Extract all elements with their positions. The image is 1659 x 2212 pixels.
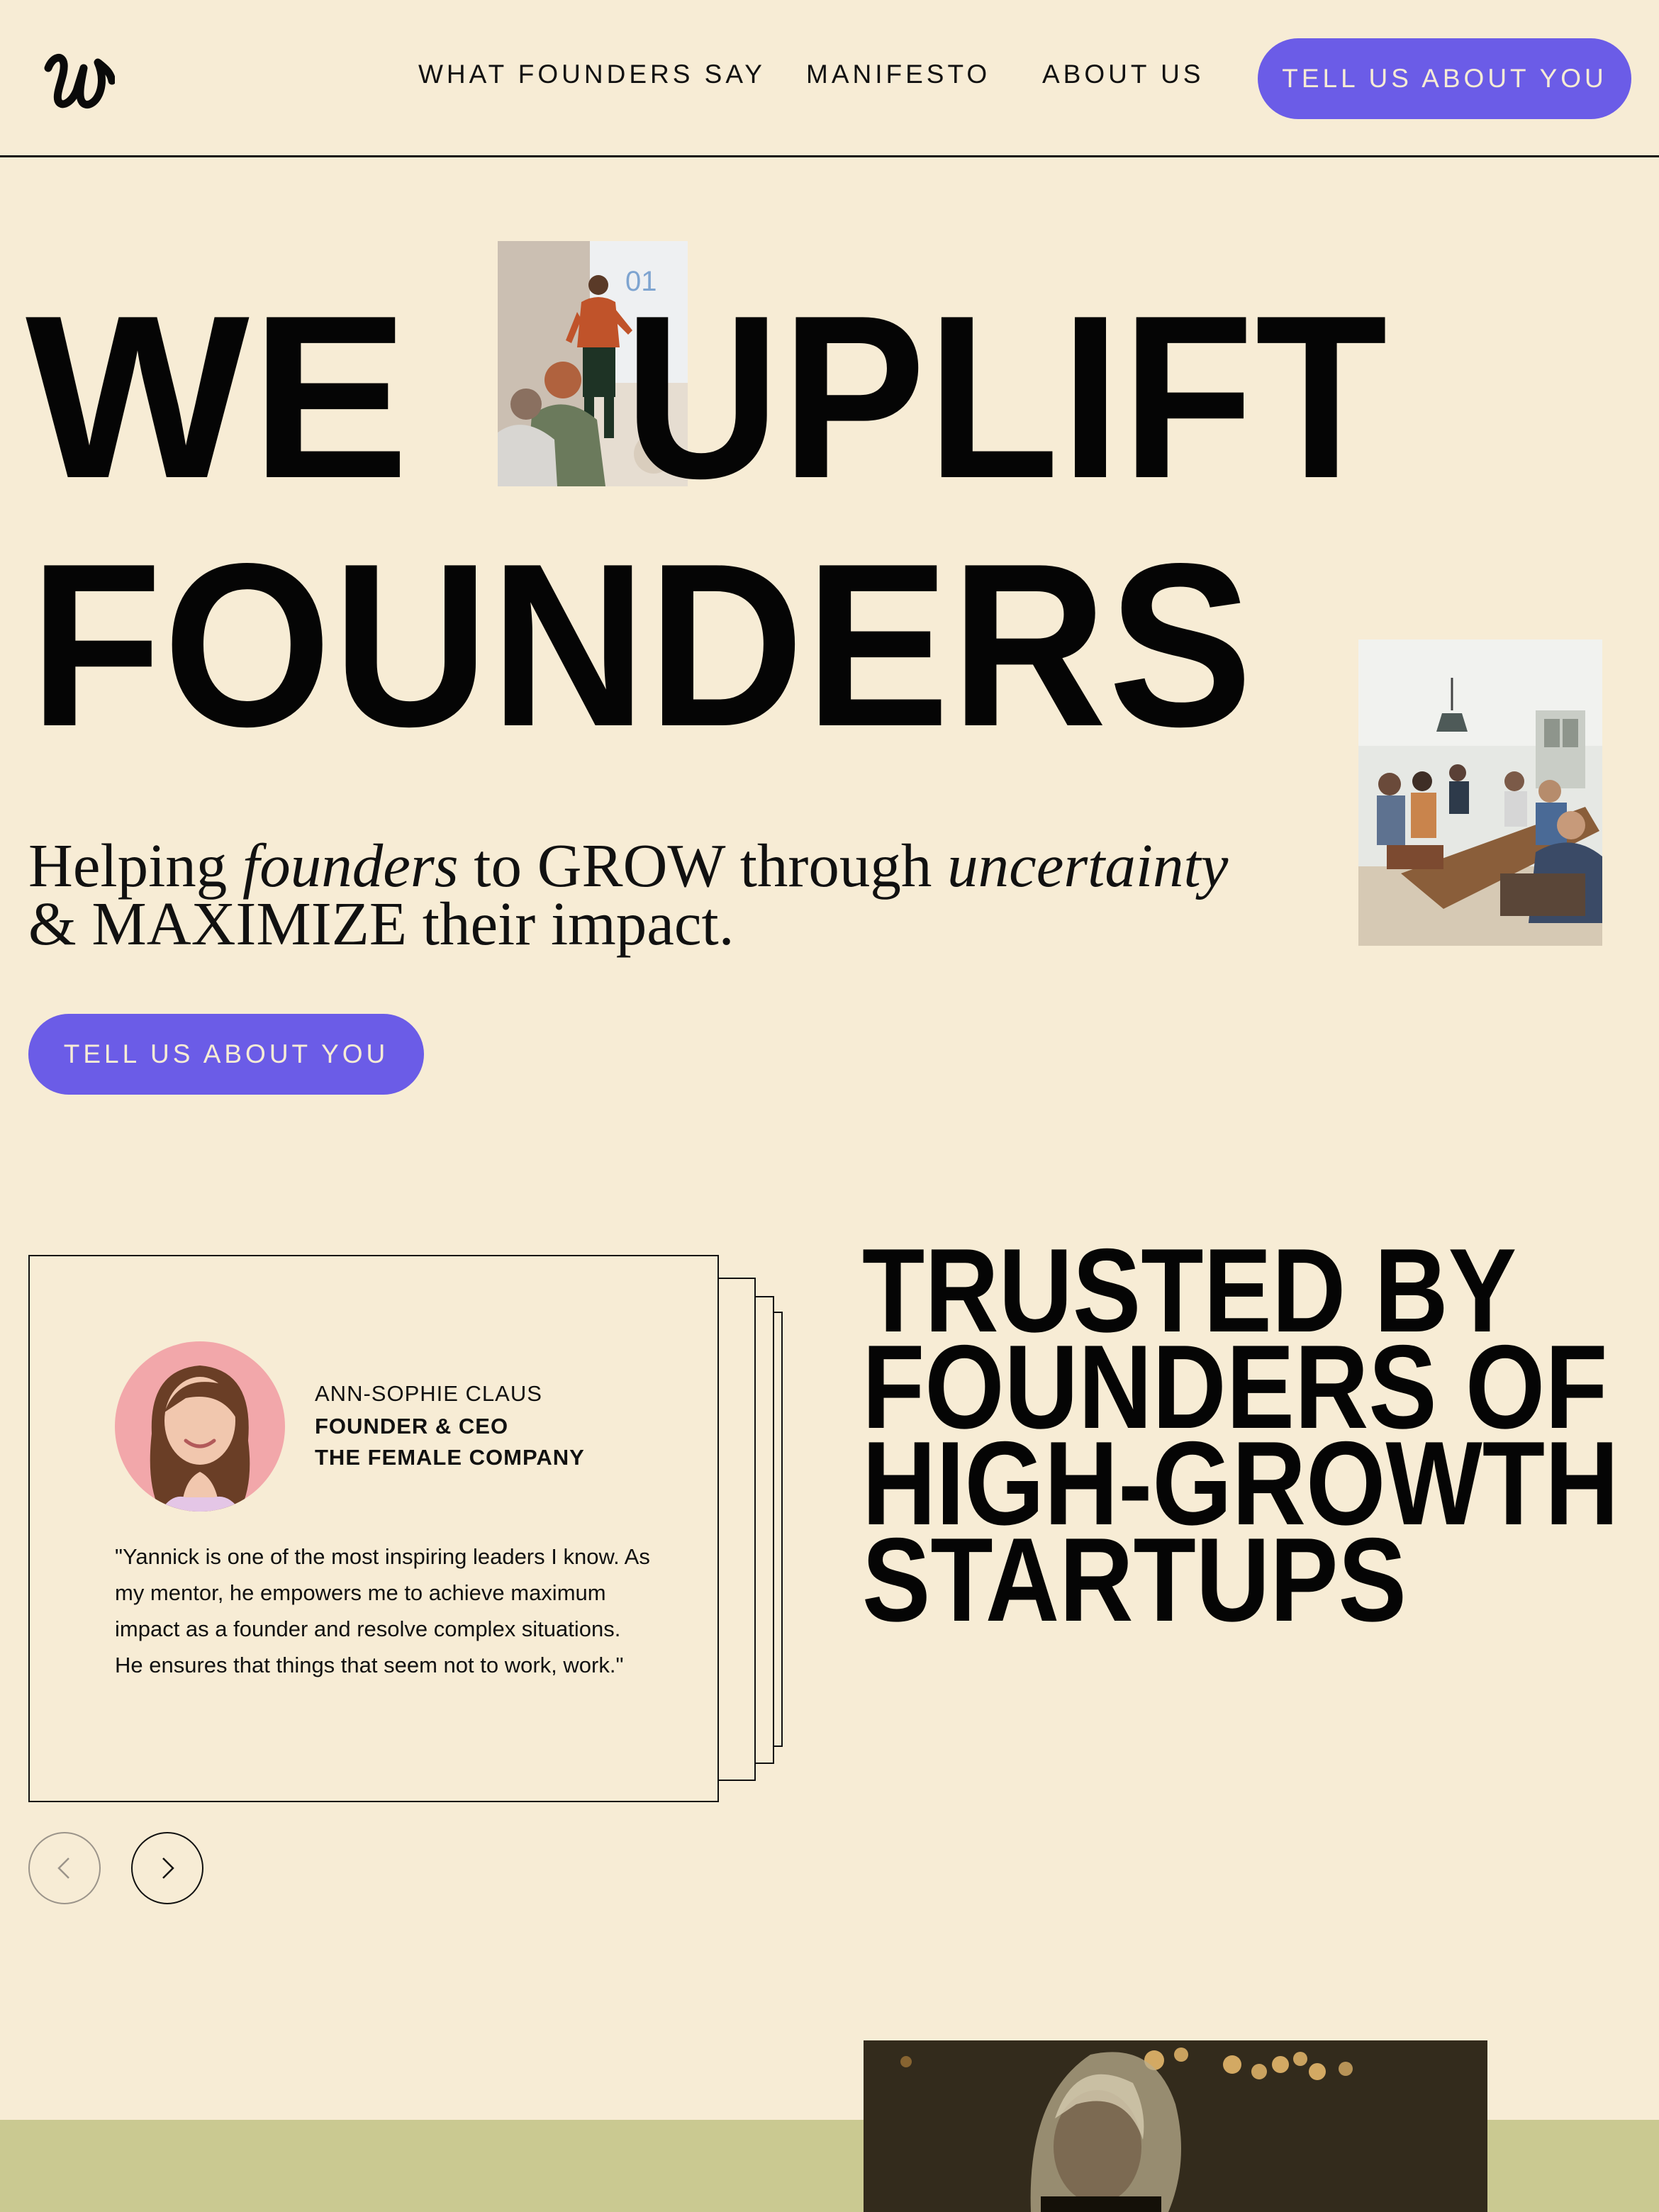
hero-tagline: Helping founders to GROW through uncerta… [28, 834, 1319, 954]
hero-title-founders: FOUNDERS [30, 515, 1254, 775]
nav-manifesto[interactable]: MANIFESTO [806, 60, 990, 89]
video-thumbnail[interactable] [864, 2040, 1487, 2212]
testimonial-card: ANN-SOPHIE CLAUS FOUNDER & CEO THE FEMAL… [28, 1255, 719, 1802]
header-tell-us-button[interactable]: TELL US ABOUT YOU [1258, 38, 1631, 119]
tagline-emphasis-uncertainty: uncertainty [947, 831, 1229, 900]
chevron-right-icon [162, 1858, 174, 1879]
nav-what-founders-say[interactable]: WHAT FOUNDERS SAY [418, 60, 766, 89]
avatar [115, 1341, 285, 1512]
trusted-heading-line: STARTUPS [862, 1513, 1407, 1646]
hero-title-uplift: UPLIFT [624, 267, 1389, 527]
hero-tell-us-button[interactable]: TELL US ABOUT YOU [28, 1014, 424, 1095]
video-still-illustration [864, 2040, 1487, 2212]
card-stack-edge [716, 1278, 756, 1781]
brand-logo-icon[interactable] [41, 47, 115, 111]
hero-title-we: WE [26, 267, 411, 527]
avatar-portrait [115, 1341, 285, 1512]
trusted-heading: TRUSTED BY FOUNDERS OF HIGH-GROWTH START… [862, 1231, 1642, 1646]
tagline-part3: & MAXIMIZE their impact. [28, 889, 734, 958]
testimonial-author-name: ANN-SOPHIE CLAUS [315, 1381, 542, 1406]
chevron-left-icon [57, 1858, 69, 1879]
testimonial-author-role: FOUNDER & CEO [315, 1414, 509, 1439]
carousel-next-button[interactable] [131, 1832, 203, 1904]
hero-photo-meeting [1358, 639, 1602, 946]
testimonial-quote: "Yannick is one of the most inspiring le… [115, 1544, 650, 1677]
carousel-prev-button[interactable] [28, 1832, 101, 1904]
nav-about-us[interactable]: ABOUT US [1042, 60, 1204, 89]
meeting-photo-illustration [1358, 639, 1602, 946]
site-header: WHAT FOUNDERS SAY MANIFESTO ABOUT US TEL… [0, 0, 1659, 157]
testimonial-author-company: THE FEMALE COMPANY [315, 1445, 585, 1470]
